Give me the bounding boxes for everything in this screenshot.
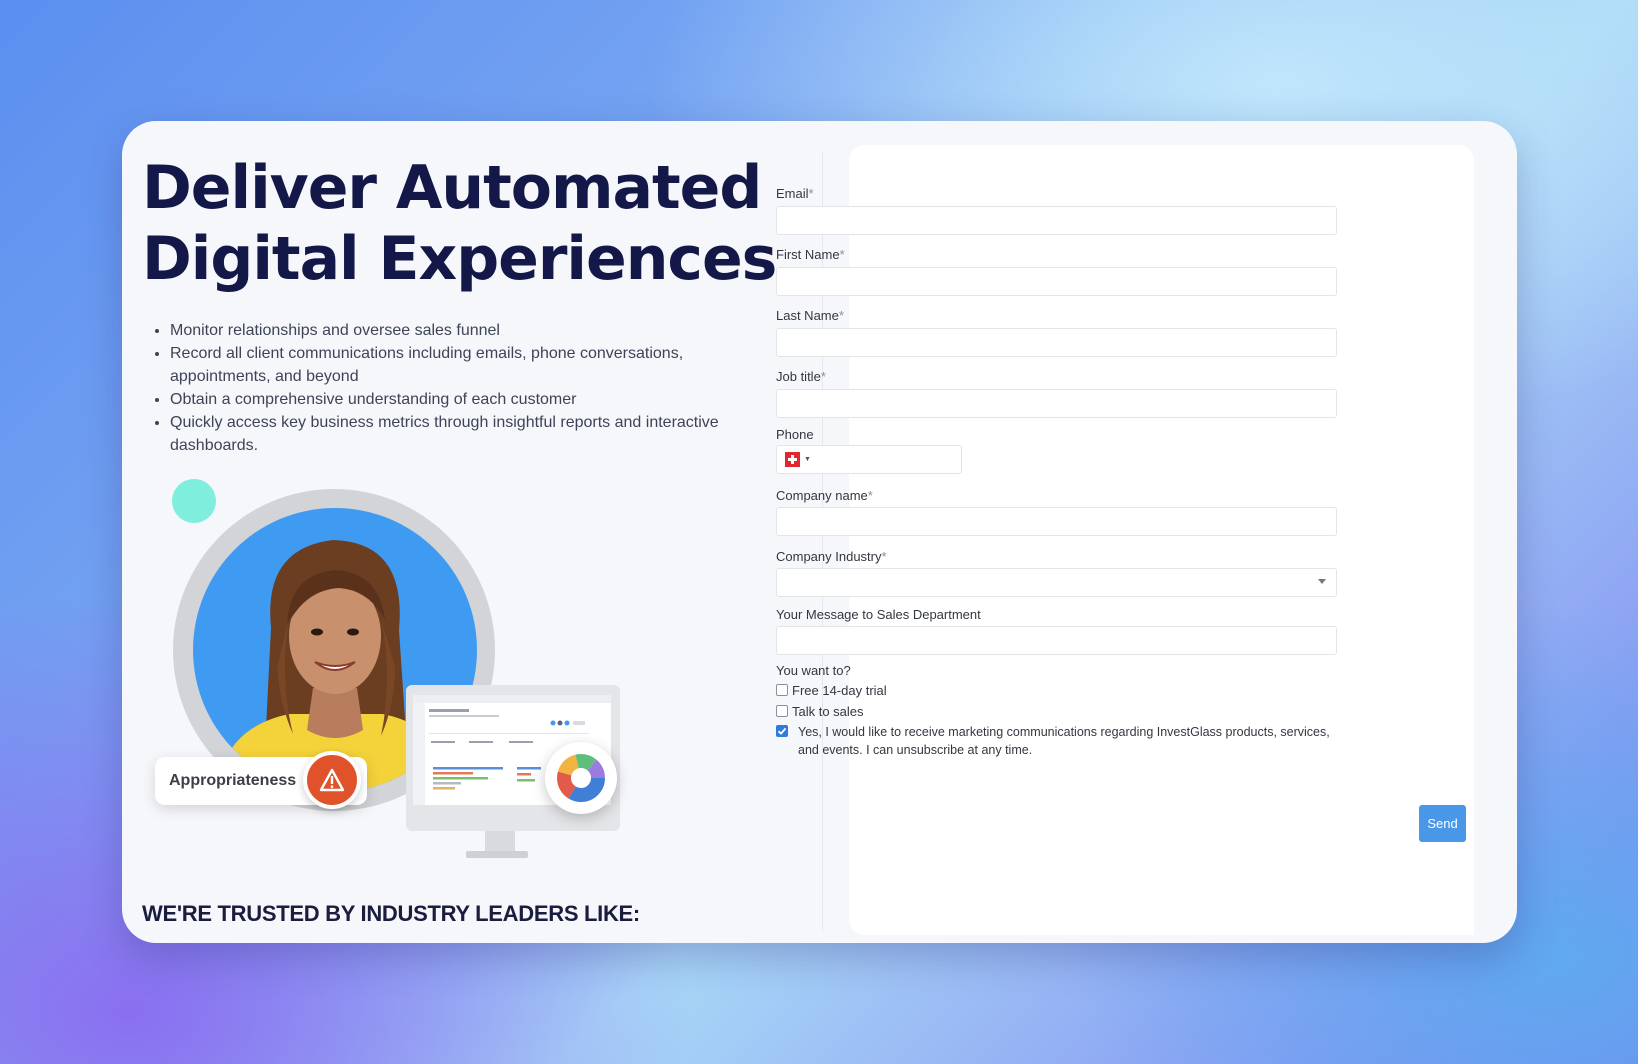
company-name-field[interactable] (776, 507, 1337, 536)
message-field[interactable] (776, 626, 1337, 655)
company-name-label: Company name* (776, 488, 873, 503)
email-label: Email* (776, 186, 814, 201)
feature-item: Monitor relationships and oversee sales … (170, 319, 760, 342)
phone-field[interactable]: ▼ (776, 445, 962, 474)
donut-chart-icon (545, 742, 617, 814)
trial-checkbox[interactable] (776, 684, 788, 696)
warning-triangle-icon (303, 751, 361, 809)
badge-label: Appropriateness (169, 772, 297, 789)
trial-option[interactable]: Free 14-day trial (776, 682, 887, 700)
monitor-stand (485, 831, 515, 853)
trial-label: Free 14-day trial (792, 683, 887, 698)
email-field[interactable] (776, 206, 1337, 235)
feature-list: Monitor relationships and oversee sales … (150, 319, 760, 457)
trusted-heading: WE'RE TRUSTED BY INDUSTRY LEADERS LIKE: (142, 901, 640, 926)
marketing-checkbox[interactable] (776, 725, 788, 737)
company-industry-label: Company Industry* (776, 549, 887, 564)
monitor-base (466, 851, 528, 858)
hero-section: Deliver Automated Digital Experiences Mo… (122, 121, 822, 943)
talk-checkbox[interactable] (776, 705, 788, 717)
swiss-flag-icon[interactable] (785, 452, 800, 467)
job-title-field[interactable] (776, 389, 1337, 418)
decorative-dot (172, 479, 216, 523)
chevron-down-icon (1318, 579, 1326, 584)
marketing-option[interactable]: Yes, I would like to receive marketing c… (776, 723, 1336, 759)
first-name-field[interactable] (776, 267, 1337, 296)
first-name-label: First Name* (776, 247, 845, 262)
talk-option[interactable]: Talk to sales (776, 703, 864, 721)
feature-item: Quickly access key business metrics thro… (170, 411, 760, 457)
job-title-label: Job title* (776, 369, 826, 384)
chevron-down-icon[interactable]: ▼ (804, 456, 811, 463)
talk-label: Talk to sales (792, 704, 864, 719)
intent-question: You want to? (776, 663, 851, 678)
phone-label: Phone (776, 427, 814, 442)
checkmark-icon (777, 727, 787, 735)
last-name-field[interactable] (776, 328, 1337, 357)
company-industry-select[interactable] (776, 568, 1337, 597)
feature-item: Record all client communications includi… (170, 342, 760, 388)
last-name-label: Last Name* (776, 308, 844, 323)
marketing-label: Yes, I would like to receive marketing c… (798, 725, 1330, 757)
feature-item: Obtain a comprehensive understanding of … (170, 388, 760, 411)
send-button[interactable]: Send (1419, 805, 1466, 842)
message-label: Your Message to Sales Department (776, 607, 981, 622)
page-title: Deliver Automated Digital Experiences (142, 153, 777, 294)
form-panel (849, 145, 1474, 935)
